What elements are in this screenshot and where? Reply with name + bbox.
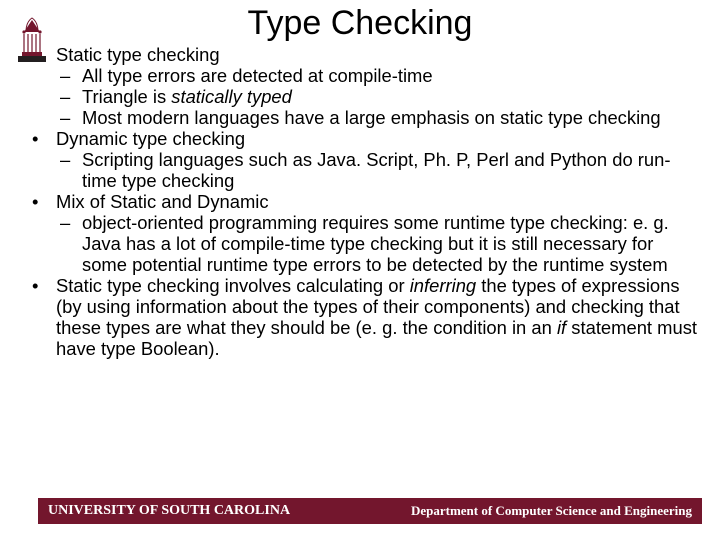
bullet-icon: •: [32, 192, 56, 213]
slide-title: Type Checking: [0, 0, 720, 43]
list-text: Dynamic type checking: [56, 129, 702, 150]
list-item: • Mix of Static and Dynamic: [32, 192, 702, 213]
bullet-icon: •: [32, 129, 56, 150]
list-text: object-oriented programming requires som…: [82, 213, 702, 276]
university-logo: [12, 12, 52, 64]
list-text: Most modern languages have a large empha…: [82, 108, 702, 129]
list-item: – All type errors are detected at compil…: [60, 66, 702, 87]
dash-icon: –: [60, 66, 82, 87]
dash-icon: –: [60, 150, 82, 192]
dash-icon: –: [60, 213, 82, 276]
list-item: – object-oriented programming requires s…: [60, 213, 702, 276]
list-item: • Static type checking: [32, 45, 702, 66]
slide-content: • Static type checking – All type errors…: [0, 45, 720, 360]
list-item: – Scripting languages such as Java. Scri…: [60, 150, 702, 192]
footer-university: UNIVERSITY OF SOUTH CAROLINA: [48, 503, 290, 519]
list-text: Mix of Static and Dynamic: [56, 192, 702, 213]
list-item: • Static type checking involves calculat…: [32, 276, 702, 360]
dash-icon: –: [60, 108, 82, 129]
list-item: – Triangle is statically typed: [60, 87, 702, 108]
footer-bar: UNIVERSITY OF SOUTH CAROLINA Department …: [38, 498, 702, 524]
footer-department: Department of Computer Science and Engin…: [411, 503, 692, 519]
list-text: Triangle is statically typed: [82, 87, 702, 108]
bullet-icon: •: [32, 276, 56, 360]
list-text: All type errors are detected at compile-…: [82, 66, 702, 87]
list-text: Scripting languages such as Java. Script…: [82, 150, 702, 192]
list-item: – Most modern languages have a large emp…: [60, 108, 702, 129]
list-text: Static type checking involves calculatin…: [56, 276, 702, 360]
dash-icon: –: [60, 87, 82, 108]
list-item: • Dynamic type checking: [32, 129, 702, 150]
list-text: Static type checking: [56, 45, 702, 66]
